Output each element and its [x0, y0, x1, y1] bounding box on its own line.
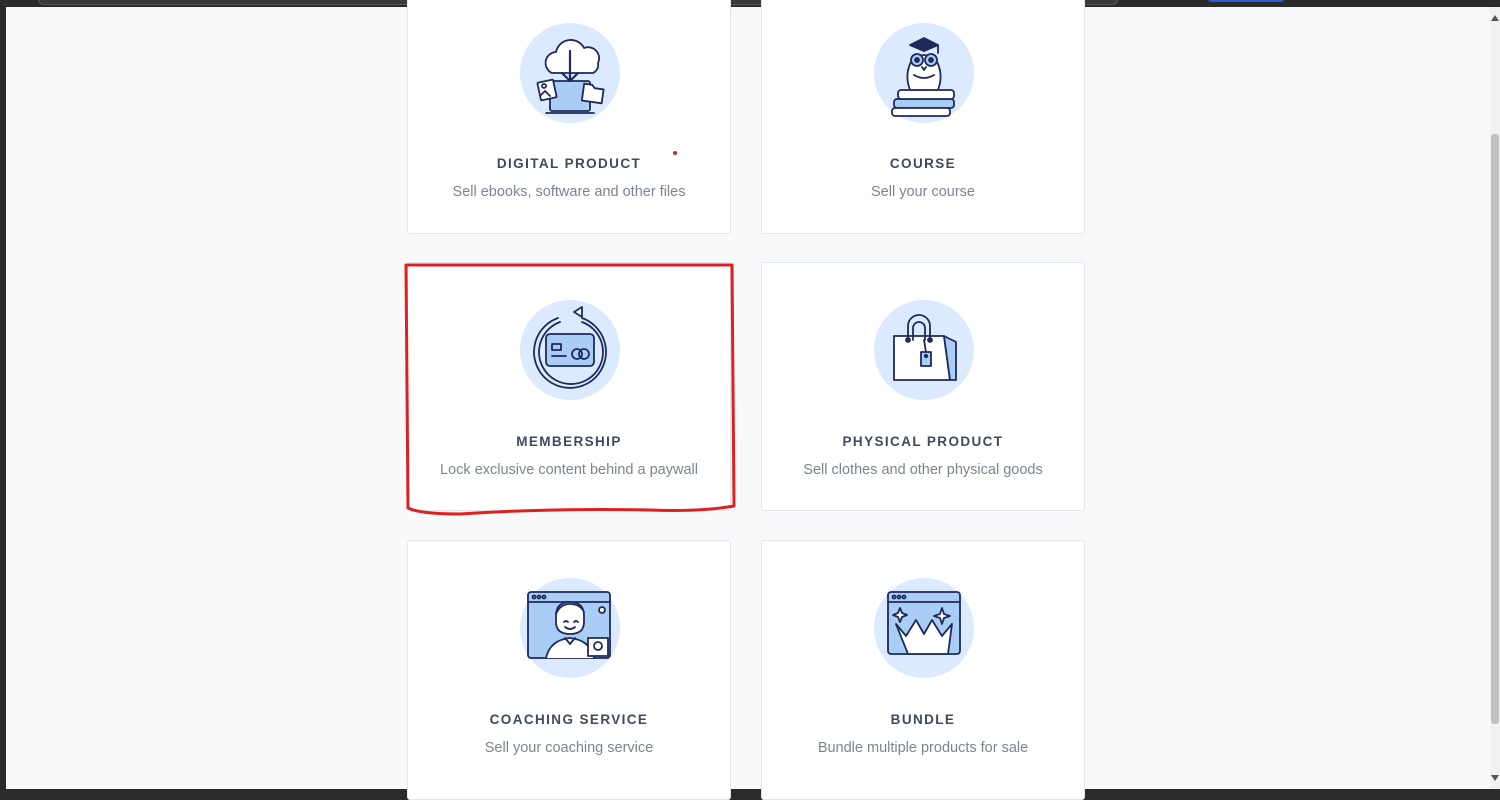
card-physical-product[interactable]: PHYSICAL PRODUCT Sell clothes and other … — [761, 262, 1085, 511]
card-title: COACHING SERVICE — [489, 712, 649, 727]
scrollbar-thumb[interactable] — [1491, 134, 1499, 724]
recurring-card-icon — [520, 300, 620, 400]
card-description: Sell your course — [871, 184, 975, 200]
browser-top-bar — [0, 0, 1500, 7]
shopping-bag-icon — [874, 300, 974, 400]
product-type-page — [6, 7, 1492, 789]
cloud-download-laptop-icon — [520, 23, 620, 123]
crown-window-icon — [874, 578, 974, 678]
owl-books-icon — [874, 23, 974, 123]
annotation-dot — [673, 151, 677, 155]
scroll-down-arrow-icon[interactable] — [1491, 775, 1499, 781]
video-call-icon — [520, 578, 620, 678]
card-description: Sell your coaching service — [484, 740, 654, 756]
card-title: DIGITAL PRODUCT — [496, 156, 642, 171]
top-action-button[interactable] — [1208, 0, 1284, 2]
card-digital-product[interactable]: DIGITAL PRODUCT Sell ebooks, software an… — [407, 0, 731, 234]
card-title: BUNDLE — [890, 712, 956, 727]
card-description: Sell clothes and other physical goods — [803, 462, 1043, 478]
card-description: Bundle multiple products for sale — [817, 740, 1029, 756]
card-coaching-service[interactable]: COACHING SERVICE Sell your coaching serv… — [407, 540, 731, 800]
card-course[interactable]: COURSE Sell your course — [761, 0, 1085, 234]
card-title: PHYSICAL PRODUCT — [842, 434, 1004, 449]
card-description: Sell ebooks, software and other files — [452, 184, 686, 200]
card-description: Lock exclusive content behind a paywall — [440, 462, 698, 478]
page-scrollbar[interactable] — [1490, 7, 1500, 789]
card-bundle[interactable]: BUNDLE Bundle multiple products for sale — [761, 540, 1085, 800]
card-title: MEMBERSHIP — [516, 434, 622, 449]
card-membership[interactable]: MEMBERSHIP Lock exclusive content behind… — [407, 262, 731, 511]
scroll-up-arrow-icon[interactable] — [1491, 15, 1499, 21]
card-title: COURSE — [889, 156, 957, 171]
